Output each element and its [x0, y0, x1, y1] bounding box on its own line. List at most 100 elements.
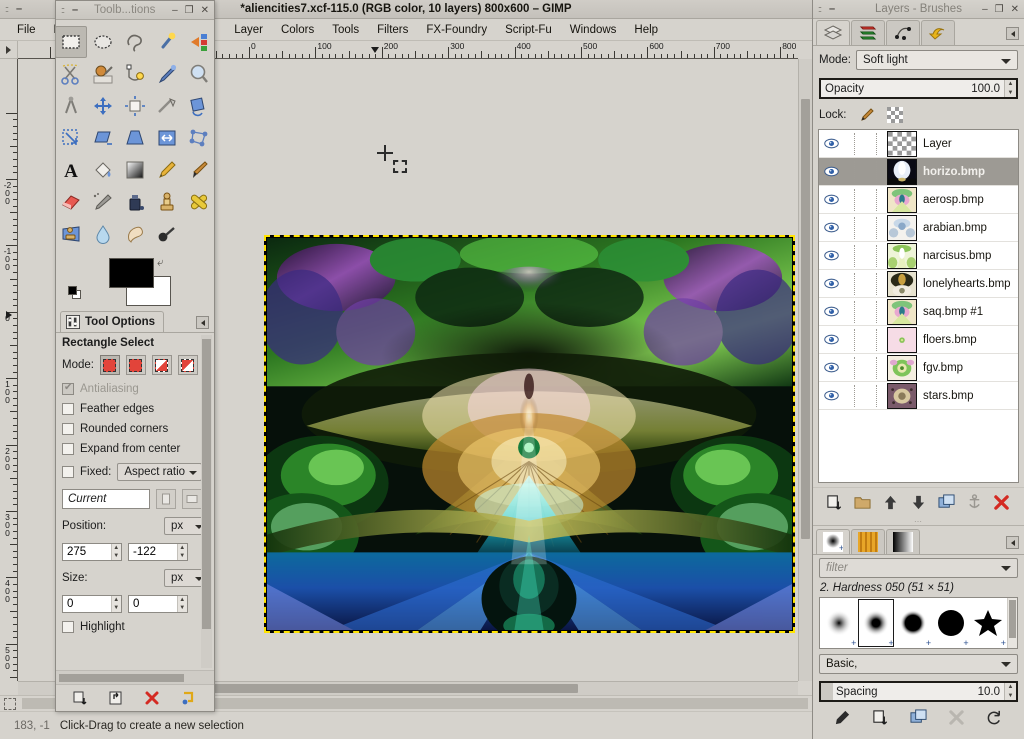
- menu-windows[interactable]: Windows: [561, 22, 626, 38]
- toolbox-minimize-button[interactable]: –: [172, 5, 178, 16]
- layer-lock-column[interactable]: [865, 270, 887, 297]
- mode-replace-button[interactable]: [99, 355, 120, 375]
- layer-visibility-toggle[interactable]: [819, 362, 843, 373]
- tab-undo-history[interactable]: [921, 20, 955, 45]
- window-menu-icon[interactable]: ::: [0, 4, 9, 14]
- size-width-arrows[interactable]: ▲ ▼: [110, 596, 121, 612]
- size-width-spinner[interactable]: ▲▼: [62, 595, 122, 613]
- tool-foreground-select[interactable]: [87, 58, 119, 90]
- layer-row[interactable]: stars.bmp: [819, 382, 1018, 410]
- anchor-layer-button[interactable]: [966, 494, 983, 511]
- spin-down-icon[interactable]: ▼: [112, 552, 121, 560]
- reset-tool-options-button[interactable]: [180, 690, 196, 706]
- new-brush-button[interactable]: [872, 709, 889, 726]
- layer-opacity-slider[interactable]: Opacity 100.0 ▲ ▼: [819, 78, 1018, 99]
- delete-layer-button[interactable]: [993, 494, 1010, 511]
- spin-up-icon[interactable]: ▲: [1005, 683, 1016, 692]
- layer-row[interactable]: aerosp.bmp: [819, 186, 1018, 214]
- spin-up-icon[interactable]: ▲: [178, 596, 187, 604]
- new-layer-button[interactable]: [826, 494, 843, 511]
- spin-down-icon[interactable]: ▼: [112, 604, 121, 612]
- mode-intersect-button[interactable]: [177, 355, 198, 375]
- tool-crop[interactable]: [151, 90, 183, 122]
- dock-minimize-glyph-icon[interactable]: –: [821, 4, 835, 15]
- tool-move[interactable]: [87, 90, 119, 122]
- tool-free-select[interactable]: [119, 26, 151, 58]
- layer-link-toggle[interactable]: [843, 242, 865, 269]
- spin-up-icon[interactable]: ▲: [1005, 80, 1016, 89]
- layer-visibility-toggle[interactable]: [819, 138, 843, 149]
- vertical-scroll-thumb[interactable]: [801, 99, 810, 539]
- menu-help[interactable]: Help: [625, 22, 667, 38]
- tool-perspective-clone[interactable]: [55, 218, 87, 250]
- fixed-checkbox[interactable]: [62, 466, 74, 478]
- eye-visibility-icon[interactable]: [823, 278, 839, 289]
- layer-visibility-toggle[interactable]: [819, 194, 843, 205]
- tool-ellipse-select[interactable]: [87, 26, 119, 58]
- layer-lock-column[interactable]: [865, 186, 887, 213]
- duplicate-brush-button[interactable]: [910, 708, 927, 726]
- layer-visibility-toggle[interactable]: [819, 222, 843, 233]
- restore-tool-options-button[interactable]: [108, 690, 124, 706]
- position-x-arrows[interactable]: ▲ ▼: [110, 544, 121, 560]
- canvas-nav-button[interactable]: [798, 681, 812, 695]
- delete-tool-options-button[interactable]: [144, 690, 160, 706]
- antialiasing-row[interactable]: Antialiasing: [62, 383, 208, 395]
- tab-gradients[interactable]: [886, 529, 920, 554]
- menu-script-fu[interactable]: Script-Fu: [496, 22, 561, 38]
- eye-visibility-icon[interactable]: [823, 362, 839, 373]
- toolbox-restore-button[interactable]: ❐: [185, 5, 194, 16]
- layer-link-toggle[interactable]: [843, 326, 865, 353]
- spin-up-icon[interactable]: ▲: [178, 544, 187, 552]
- eye-visibility-icon[interactable]: [823, 306, 839, 317]
- duplicate-layer-button[interactable]: [938, 494, 955, 511]
- mode-add-button[interactable]: [125, 355, 146, 375]
- brush-grid[interactable]: + + + + +: [819, 597, 1018, 649]
- tool-rotate[interactable]: [183, 90, 215, 122]
- brush-filter-input[interactable]: filter: [819, 558, 1018, 578]
- dock-separator-grip[interactable]: ⋯: [813, 517, 1024, 526]
- layer-lock-column[interactable]: [865, 214, 887, 241]
- rounded-corners-checkbox[interactable]: [62, 423, 74, 435]
- position-x-spinner[interactable]: ▲▼: [62, 543, 122, 561]
- tool-paths[interactable]: [119, 58, 151, 90]
- refresh-brushes-button[interactable]: [986, 709, 1003, 726]
- layer-link-toggle[interactable]: [843, 354, 865, 381]
- layer-link-toggle[interactable]: [843, 298, 865, 325]
- layer-link-toggle[interactable]: [843, 130, 865, 157]
- size-width-input[interactable]: [63, 596, 111, 612]
- tool-perspective[interactable]: [119, 122, 151, 154]
- tool-options-hscroll-thumb[interactable]: [59, 674, 184, 682]
- layer-link-toggle[interactable]: [843, 270, 865, 297]
- tool-options-scrollbar[interactable]: [201, 335, 212, 668]
- brush-cell-star[interactable]: +: [970, 598, 1007, 648]
- tool-ink[interactable]: [119, 186, 151, 218]
- eye-visibility-icon[interactable]: [823, 390, 839, 401]
- dock-restore-button[interactable]: ❐: [995, 4, 1004, 15]
- brush-scroll-thumb[interactable]: [1009, 600, 1016, 638]
- expand-from-center-row[interactable]: Expand from center: [62, 443, 208, 455]
- position-y-arrows[interactable]: ▲ ▼: [176, 544, 187, 560]
- tool-blur-sharpen[interactable]: [87, 218, 119, 250]
- highlight-checkbox[interactable]: [62, 621, 74, 633]
- spin-up-icon[interactable]: ▲: [112, 544, 121, 552]
- layer-row[interactable]: fgv.bmp: [819, 354, 1018, 382]
- layer-lock-column[interactable]: [865, 298, 887, 325]
- dock-close-button[interactable]: ✕: [1011, 4, 1019, 15]
- layer-row[interactable]: lonelyhearts.bmp: [819, 270, 1018, 298]
- feather-edges-checkbox[interactable]: [62, 403, 74, 415]
- layer-lock-column[interactable]: [865, 354, 887, 381]
- expand-from-center-checkbox[interactable]: [62, 443, 74, 455]
- tool-gradient[interactable]: [119, 154, 151, 186]
- canvas-vertical-scrollbar[interactable]: [798, 59, 812, 681]
- layer-visibility-toggle[interactable]: [819, 250, 843, 261]
- tool-pencil[interactable]: [151, 154, 183, 186]
- tool-zoom[interactable]: [183, 58, 215, 90]
- tab-patterns[interactable]: [851, 529, 885, 554]
- foreground-color-swatch[interactable]: [109, 258, 154, 288]
- tool-rect-select[interactable]: [55, 26, 87, 58]
- position-x-input[interactable]: [63, 544, 111, 560]
- tab-layers[interactable]: [816, 20, 850, 45]
- position-y-input[interactable]: [129, 544, 177, 560]
- lock-alpha-icon[interactable]: [886, 107, 903, 123]
